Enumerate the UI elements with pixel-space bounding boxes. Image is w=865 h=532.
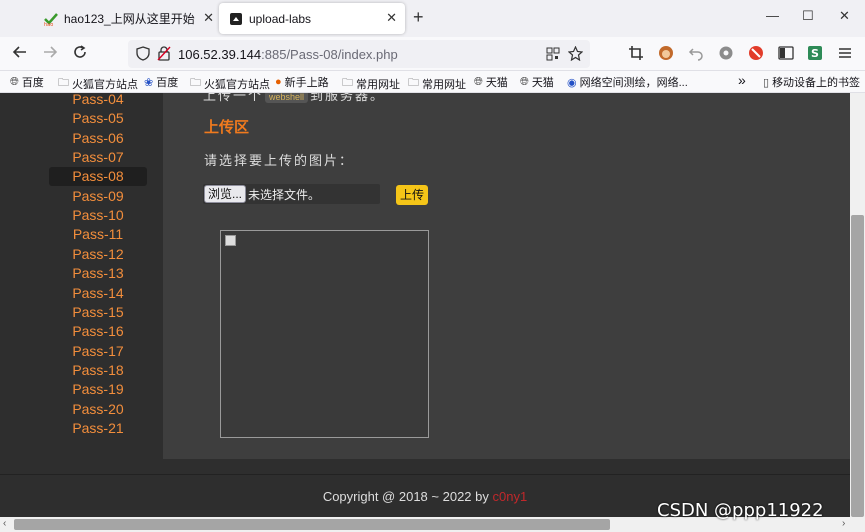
bookmark-item[interactable]: 🗀 常用网址: [408, 74, 466, 93]
upload-panel: 上传一个 webshell 到服务器。 上传区 请选择要上传的图片： 浏览... 未…: [163, 93, 850, 459]
crop-screenshot-icon[interactable]: [628, 45, 644, 61]
page-icon: [229, 12, 243, 26]
bookmark-item[interactable]: 🗀 常用网址: [342, 74, 400, 93]
shield-icon: ◉: [567, 76, 577, 89]
folder-icon: 🗀: [408, 77, 419, 89]
close-tab-icon[interactable]: ✕: [203, 10, 214, 26]
navigation-toolbar: 106.52.39.144:885/Pass-08/index.php S: [0, 37, 865, 71]
qr-code-icon[interactable]: [546, 47, 560, 66]
bookmark-item[interactable]: ● 新手上路: [275, 74, 329, 90]
sidebar-item-pass-17[interactable]: Pass-17: [49, 342, 147, 361]
sidebar-item-pass-20[interactable]: Pass-20: [49, 400, 147, 419]
sidebar-item-pass-08[interactable]: Pass-08: [49, 167, 147, 187]
folder-icon: 🗀: [190, 77, 201, 89]
sidebar-item-pass-05[interactable]: Pass-05: [49, 109, 147, 128]
sidebar-item-pass-11[interactable]: Pass-11: [49, 225, 147, 244]
sidebar-panel-icon[interactable]: [778, 45, 794, 61]
vertical-scrollbar[interactable]: [850, 93, 865, 517]
bookmark-item[interactable]: ◉ 网络空间测绘，网络...: [567, 74, 688, 90]
tab-title: upload-labs: [249, 11, 312, 26]
webshell-code: webshell: [265, 93, 309, 103]
tab-title: hao123_上网从这里开始: [64, 12, 195, 26]
bookmark-item[interactable]: ❀ 百度: [144, 74, 178, 90]
broken-image-icon: [225, 235, 236, 246]
sidebar-item-pass-04[interactable]: Pass-04: [49, 93, 147, 109]
tab-strip: hao hao123_上网从这里开始 ✕ upload-labs ✕ + — ☐…: [0, 0, 865, 37]
bookmark-item[interactable]: 🌐︎ 百度: [10, 74, 44, 90]
task-description: 上传一个 webshell 到服务器。: [203, 93, 386, 103]
gear-extension-icon[interactable]: [718, 45, 734, 61]
maximize-button[interactable]: ☐: [802, 8, 814, 24]
bookmark-item[interactable]: 🌐︎ 天猫: [520, 74, 554, 90]
new-tab-button[interactable]: +: [413, 7, 424, 28]
paw-icon: ❀: [144, 76, 154, 89]
reload-icon[interactable]: [72, 44, 88, 64]
minimize-button[interactable]: —: [766, 8, 779, 23]
image-preview: [220, 230, 429, 438]
vertical-scroll-thumb[interactable]: [851, 215, 864, 517]
bookmarks-toolbar: 🌐︎ 百度 🗀 火狐官方站点 ❀ 百度 🗀 火狐官方站点 ● 新手上路 🗀 常用网址 🗀 常用…: [0, 71, 865, 93]
globe-icon: 🌐︎: [10, 75, 19, 88]
sidebar-item-pass-12[interactable]: Pass-12: [49, 245, 147, 264]
folder-icon: 🗀: [58, 77, 69, 89]
mobile-bookmarks[interactable]: ▯ 移动设备上的书签: [763, 74, 860, 90]
tab-upload-labs[interactable]: upload-labs ✕: [219, 3, 405, 34]
svg-text:hao: hao: [44, 22, 53, 26]
footer-divider: [0, 474, 850, 475]
close-tab-icon[interactable]: ✕: [386, 10, 397, 26]
upload-area-title: 上传区: [204, 119, 250, 136]
insecure-lock-icon[interactable]: [157, 46, 171, 66]
svg-text:S: S: [811, 47, 819, 60]
browse-button[interactable]: 浏览...: [204, 185, 247, 203]
globe-icon: 🌐︎: [474, 75, 483, 88]
page-content: Pass-04 Pass-05 Pass-06 Pass-07 Pass-08 Pass-…: [0, 93, 850, 517]
sidebar-item-pass-13[interactable]: Pass-13: [49, 264, 147, 283]
bookmark-item[interactable]: 🗀 火狐官方站点: [58, 74, 138, 93]
sidebar-item-pass-16[interactable]: Pass-16: [49, 322, 147, 341]
back-arrow-icon[interactable]: [12, 44, 28, 64]
address-bar[interactable]: 106.52.39.144:885/Pass-08/index.php: [128, 40, 590, 68]
url-text: 106.52.39.144:885/Pass-08/index.php: [178, 47, 398, 62]
s-extension-icon[interactable]: S: [807, 45, 823, 61]
block-extension-icon[interactable]: [748, 45, 764, 61]
bookmark-star-icon[interactable]: [567, 45, 584, 66]
sidebar-item-pass-18[interactable]: Pass-18: [49, 361, 147, 380]
scroll-right-arrow-icon[interactable]: ›: [842, 518, 845, 529]
tab-hao123[interactable]: hao hao123_上网从这里开始 ✕: [32, 3, 222, 34]
sidebar-item-pass-06[interactable]: Pass-06: [49, 129, 147, 148]
monkey-extension-icon[interactable]: [658, 45, 674, 61]
forward-arrow-icon[interactable]: [42, 44, 58, 64]
globe-icon: 🌐︎: [520, 75, 529, 88]
firefox-icon: ●: [275, 76, 282, 88]
folder-icon: 🗀: [342, 77, 353, 89]
csdn-watermark: CSDN @ppp11922: [657, 500, 824, 521]
choose-image-label: 请选择要上传的图片：: [204, 153, 355, 168]
menu-hamburger-icon[interactable]: [837, 45, 853, 61]
file-input[interactable]: 浏览... 未选择文件。: [203, 184, 380, 204]
scroll-left-arrow-icon[interactable]: ‹: [3, 518, 6, 529]
upload-button[interactable]: 上传: [396, 185, 429, 205]
sidebar-item-pass-09[interactable]: Pass-09: [49, 187, 147, 206]
sidebar-item-pass-19[interactable]: Pass-19: [49, 380, 147, 399]
undo-arrow-icon[interactable]: [688, 45, 704, 61]
sidebar-item-pass-15[interactable]: Pass-15: [49, 303, 147, 322]
hao123-icon: hao: [44, 12, 58, 28]
sidebar-item-pass-10[interactable]: Pass-10: [49, 206, 147, 225]
shield-icon[interactable]: [136, 46, 150, 66]
phone-icon: ▯: [763, 76, 770, 89]
bookmarks-overflow-icon[interactable]: »: [738, 72, 746, 88]
sidebar-item-pass-14[interactable]: Pass-14: [49, 284, 147, 303]
sidebar-item-pass-07[interactable]: Pass-07: [49, 148, 147, 167]
bookmark-item[interactable]: 🗀 火狐官方站点: [190, 74, 270, 93]
close-window-button[interactable]: ✕: [839, 8, 850, 24]
sidebar-item-pass-21[interactable]: Pass-21: [49, 419, 147, 438]
bookmark-item[interactable]: 🌐︎ 天猫: [474, 74, 508, 90]
horizontal-scroll-thumb[interactable]: [14, 519, 610, 530]
author-link[interactable]: c0ny1: [492, 489, 527, 504]
file-status-text: 未选择文件。: [248, 188, 321, 202]
